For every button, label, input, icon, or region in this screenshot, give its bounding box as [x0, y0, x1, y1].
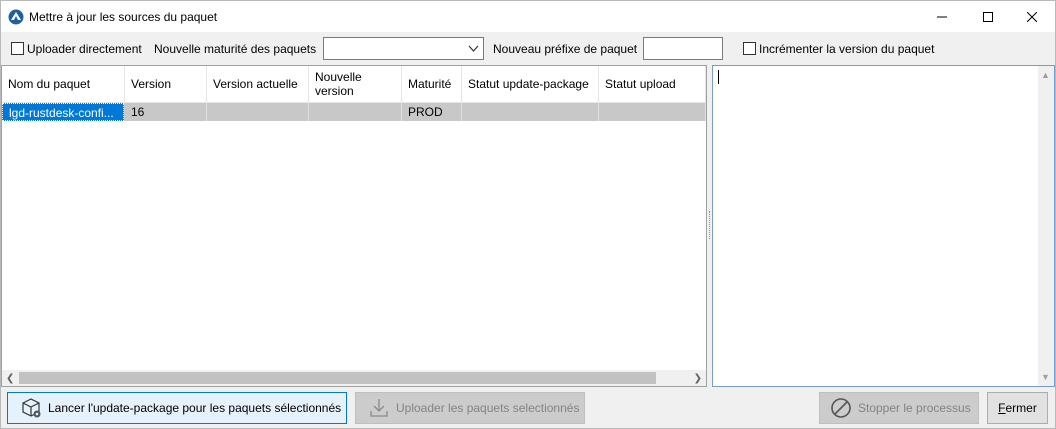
close-button[interactable]: Fermer — [987, 392, 1048, 424]
app-icon — [8, 9, 24, 25]
column-header-maturity[interactable]: Maturité — [402, 66, 462, 103]
scroll-left-icon[interactable]: ❮ — [6, 373, 14, 384]
launch-update-package-button[interactable]: Lancer l'update-package pour les paquets… — [7, 392, 347, 424]
stop-process-button[interactable]: Stopper le processus — [819, 392, 979, 424]
text-caret — [718, 70, 719, 84]
table-row[interactable]: lgd-rustdesk-confi... 16 PROD — [2, 103, 706, 121]
package-icon — [20, 397, 42, 419]
splitter-grip-icon — [709, 211, 711, 239]
cell-maturity[interactable]: PROD — [402, 103, 462, 121]
cell-name[interactable]: lgd-rustdesk-confi... — [2, 103, 124, 121]
minimize-button[interactable] — [919, 1, 965, 32]
maximize-button[interactable] — [965, 1, 1011, 32]
scroll-up-icon[interactable]: ▲ — [1041, 70, 1050, 80]
cell-upload-status[interactable] — [599, 103, 706, 121]
column-header-update-status[interactable]: Statut update-package — [462, 66, 599, 103]
new-maturity-label: Nouvelle maturité des paquets — [154, 42, 317, 56]
column-header-new-version[interactable]: Nouvelle version — [309, 66, 402, 103]
new-prefix-label: Nouveau préfixe de paquet — [493, 42, 638, 56]
scroll-down-icon[interactable]: ▼ — [1041, 372, 1050, 382]
close-window-button[interactable] — [1009, 1, 1055, 32]
chevron-down-icon — [468, 43, 479, 54]
vertical-scrollbar[interactable]: ▲ ▼ — [1038, 66, 1054, 386]
stop-process-label: Stopper le processus — [858, 401, 971, 415]
scroll-right-icon[interactable]: ❯ — [694, 373, 702, 384]
options-bar: Uploader directement Nouvelle maturité d… — [1, 32, 1055, 64]
column-header-version[interactable]: Version — [125, 66, 207, 103]
column-header-upload-status[interactable]: Statut upload — [599, 66, 706, 103]
prefix-input[interactable] — [643, 37, 723, 60]
grid-header: Nom du paquet Version Version actuelle N… — [2, 66, 706, 103]
cell-current-version[interactable] — [207, 103, 309, 121]
update-sources-window: Mettre à jour les sources du paquet Uplo… — [0, 0, 1056, 429]
launch-update-package-label: Lancer l'update-package pour les paquets… — [48, 401, 342, 415]
increment-version-label[interactable]: Incrémenter la version du paquet — [759, 42, 934, 56]
upload-direct-checkbox[interactable] — [11, 42, 24, 55]
stop-icon — [830, 397, 852, 419]
column-header-name[interactable]: Nom du paquet — [2, 66, 125, 103]
packages-grid: Nom du paquet Version Version actuelle N… — [1, 65, 707, 387]
upload-packages-label: Uploader les paquets selectionnés — [396, 401, 580, 415]
title-bar: Mettre à jour les sources du paquet — [1, 1, 1055, 32]
increment-version-checkbox[interactable] — [743, 42, 756, 55]
upload-packages-button[interactable]: Uploader les paquets selectionnés — [355, 392, 585, 424]
close-button-label: Fermer — [998, 401, 1037, 415]
maturity-select[interactable] — [323, 37, 484, 60]
download-arrow-icon — [368, 397, 390, 419]
horizontal-scrollbar[interactable]: ❮ ❯ — [2, 370, 706, 386]
cell-update-status[interactable] — [462, 103, 599, 121]
column-header-current-version[interactable]: Version actuelle — [207, 66, 309, 103]
window-title: Mettre à jour les sources du paquet — [29, 10, 218, 24]
log-textarea[interactable]: ▲ ▼ — [712, 65, 1055, 387]
upload-direct-label[interactable]: Uploader directement — [27, 42, 142, 56]
horizontal-scroll-thumb[interactable] — [19, 372, 656, 384]
cell-new-version[interactable] — [309, 103, 402, 121]
cell-version[interactable]: 16 — [125, 103, 207, 121]
